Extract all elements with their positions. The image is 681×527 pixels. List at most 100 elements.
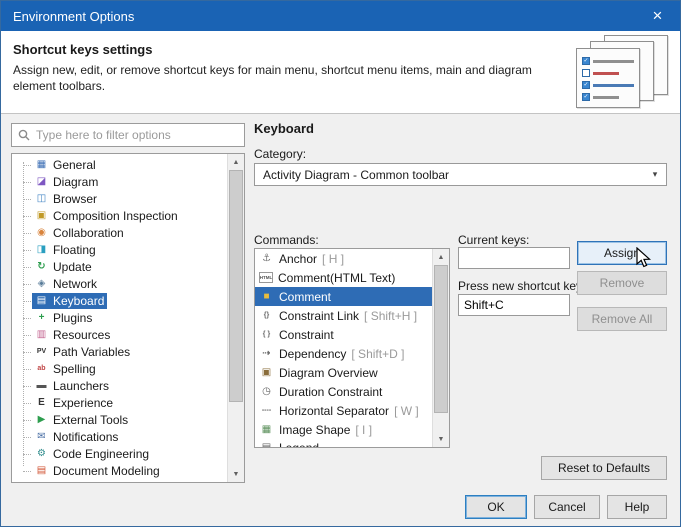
- ok-button[interactable]: OK: [465, 495, 527, 519]
- command-label: Constraint: [279, 327, 334, 342]
- documents-checklist-graphic: ✓ ✓ ✓: [562, 35, 668, 109]
- command-label: Anchor: [279, 251, 318, 266]
- tree-item-label: Experience: [53, 395, 114, 410]
- tree-item-label: Plugins: [53, 310, 93, 325]
- tree-item[interactable]: + Plugins: [12, 309, 227, 326]
- tree-item[interactable]: ✉ Notifications: [12, 428, 227, 445]
- assign-button[interactable]: Assign: [577, 241, 667, 265]
- titlebar[interactable]: Environment Options ×: [1, 1, 680, 31]
- page-description: Assign new, edit, or remove shortcut key…: [13, 63, 532, 93]
- command-shortcut: [ Shift+D ]: [351, 346, 405, 361]
- tree-item-label: Network: [53, 276, 98, 291]
- current-keys-input[interactable]: [458, 247, 570, 269]
- tree-item-label: General: [53, 157, 96, 172]
- diagram-overview-icon: ▣: [261, 366, 272, 378]
- tree-item-label: Collaboration: [53, 225, 124, 240]
- command-item[interactable]: ▣ Diagram Overview: [255, 363, 432, 382]
- search-icon: [18, 129, 30, 141]
- page-title: Shortcut keys settings: [13, 42, 153, 57]
- comment-html-icon: HTML: [259, 272, 273, 283]
- remove-all-button: Remove All: [577, 307, 667, 331]
- tree-scrollbar[interactable]: ▲ ▼: [227, 154, 244, 482]
- tree-item[interactable]: ↻ Update: [12, 258, 227, 275]
- remove-button: Remove: [577, 271, 667, 295]
- tree-item-label: Spelling: [53, 361, 96, 376]
- command-item[interactable]: ⚓ Anchor [ H ]: [255, 249, 432, 268]
- tree-item[interactable]: ◫ Browser: [12, 190, 227, 207]
- comment-icon: ■: [263, 290, 270, 302]
- tree-item-label: Launchers: [53, 378, 110, 393]
- text-line-bar: [593, 83, 634, 87]
- tree-item[interactable]: ▥ Resources: [12, 326, 227, 343]
- command-item[interactable]: HTML Comment(HTML Text): [255, 268, 432, 287]
- command-shortcut: [ I ]: [355, 422, 373, 437]
- command-item[interactable]: {} Constraint Link [ Shift+H ]: [255, 306, 432, 325]
- command-item[interactable]: ◷ Duration Constraint: [255, 382, 432, 401]
- command-item[interactable]: ---- Horizontal Separator [ W ]: [255, 401, 432, 420]
- tree-item[interactable]: ◉ Collaboration: [12, 224, 227, 241]
- new-shortcut-input[interactable]: [458, 294, 570, 316]
- collaboration-icon: ◉: [37, 226, 46, 238]
- commands-label: Commands:: [254, 233, 319, 247]
- close-icon[interactable]: ×: [635, 1, 680, 31]
- general-icon: ▦: [36, 158, 47, 170]
- help-button[interactable]: Help: [607, 495, 667, 519]
- command-label: Diagram Overview: [279, 365, 378, 380]
- command-item[interactable]: ⇢ Dependency [ Shift+D ]: [255, 344, 432, 363]
- tree-item[interactable]: E Experience: [12, 394, 227, 411]
- tree-item-label: Browser: [53, 191, 98, 206]
- duration-constraint-icon: ◷: [262, 385, 271, 397]
- scrollbar-thumb[interactable]: [229, 170, 243, 402]
- scrollbar-thumb[interactable]: [434, 265, 448, 413]
- image-shape-icon: ▦: [261, 423, 272, 435]
- command-item[interactable]: { } Constraint: [255, 325, 432, 344]
- chevron-down-icon[interactable]: ▾: [645, 165, 665, 184]
- external-tools-icon: ▶: [37, 413, 46, 425]
- path-variables-icon: PV: [36, 347, 47, 355]
- header: Shortcut keys settings Assign new, edit,…: [1, 31, 680, 114]
- launchers-icon: ▬: [36, 379, 47, 391]
- tree-item[interactable]: ◪ Diagram: [12, 173, 227, 190]
- resources-icon: ▥: [36, 328, 47, 340]
- command-item[interactable]: ▦ Image Shape [ I ]: [255, 420, 432, 439]
- category-select[interactable]: Activity Diagram - Common toolbar ▾: [254, 163, 667, 186]
- command-shortcut: [ H ]: [322, 251, 345, 266]
- tree-item[interactable]: ◈ Network: [12, 275, 227, 292]
- plugins-icon: +: [38, 311, 45, 323]
- checkbox-checked-icon: ✓: [582, 81, 590, 89]
- tree-item[interactable]: ab Spelling: [12, 360, 227, 377]
- scroll-down-icon[interactable]: ▼: [433, 431, 449, 447]
- tree-item-label: Code Engineering: [53, 446, 150, 461]
- command-label: Dependency: [279, 346, 347, 361]
- category-label: Category:: [254, 147, 307, 161]
- category-value: Activity Diagram - Common toolbar: [263, 167, 450, 182]
- cancel-button[interactable]: Cancel: [534, 495, 600, 519]
- tree-item-label: Floating: [53, 242, 96, 257]
- filter-input[interactable]: [36, 128, 238, 142]
- tree-item[interactable]: ▤ Keyboard: [12, 292, 227, 309]
- keyboard-icon: ▤: [36, 294, 47, 306]
- commands-scrollbar[interactable]: ▲ ▼: [432, 249, 449, 447]
- tree-item[interactable]: ▣ Composition Inspection: [12, 207, 227, 224]
- checkbox-checked-icon: ✓: [582, 93, 590, 101]
- scroll-down-icon[interactable]: ▼: [228, 466, 244, 482]
- command-item[interactable]: ▤ Legend: [255, 439, 432, 447]
- tree-item[interactable]: ◨ Floating: [12, 241, 227, 258]
- tree-item[interactable]: ▶ External Tools: [12, 411, 227, 428]
- command-item[interactable]: ■ Comment: [255, 287, 432, 306]
- command-label: Comment: [279, 289, 332, 304]
- update-icon: ↻: [37, 260, 46, 272]
- tree-item[interactable]: PV Path Variables: [12, 343, 227, 360]
- scroll-up-icon[interactable]: ▲: [433, 249, 449, 265]
- new-shortcut-label: Press new shortcut key:: [458, 279, 586, 293]
- tree-item[interactable]: ▦ General: [12, 156, 227, 173]
- scroll-up-icon[interactable]: ▲: [228, 154, 244, 170]
- tree-item[interactable]: ▤ Document Modeling: [12, 462, 227, 479]
- tree-item[interactable]: ⚙ Code Engineering: [12, 445, 227, 462]
- reset-to-defaults-button[interactable]: Reset to Defaults: [541, 456, 667, 480]
- tree-item-label: Resources: [53, 327, 111, 342]
- checkbox-checked-icon: ✓: [582, 57, 590, 65]
- tree-item[interactable]: ▬ Launchers: [12, 377, 227, 394]
- checklist-row: ✓: [582, 57, 634, 65]
- horizontal-separator-icon: ----: [261, 406, 272, 414]
